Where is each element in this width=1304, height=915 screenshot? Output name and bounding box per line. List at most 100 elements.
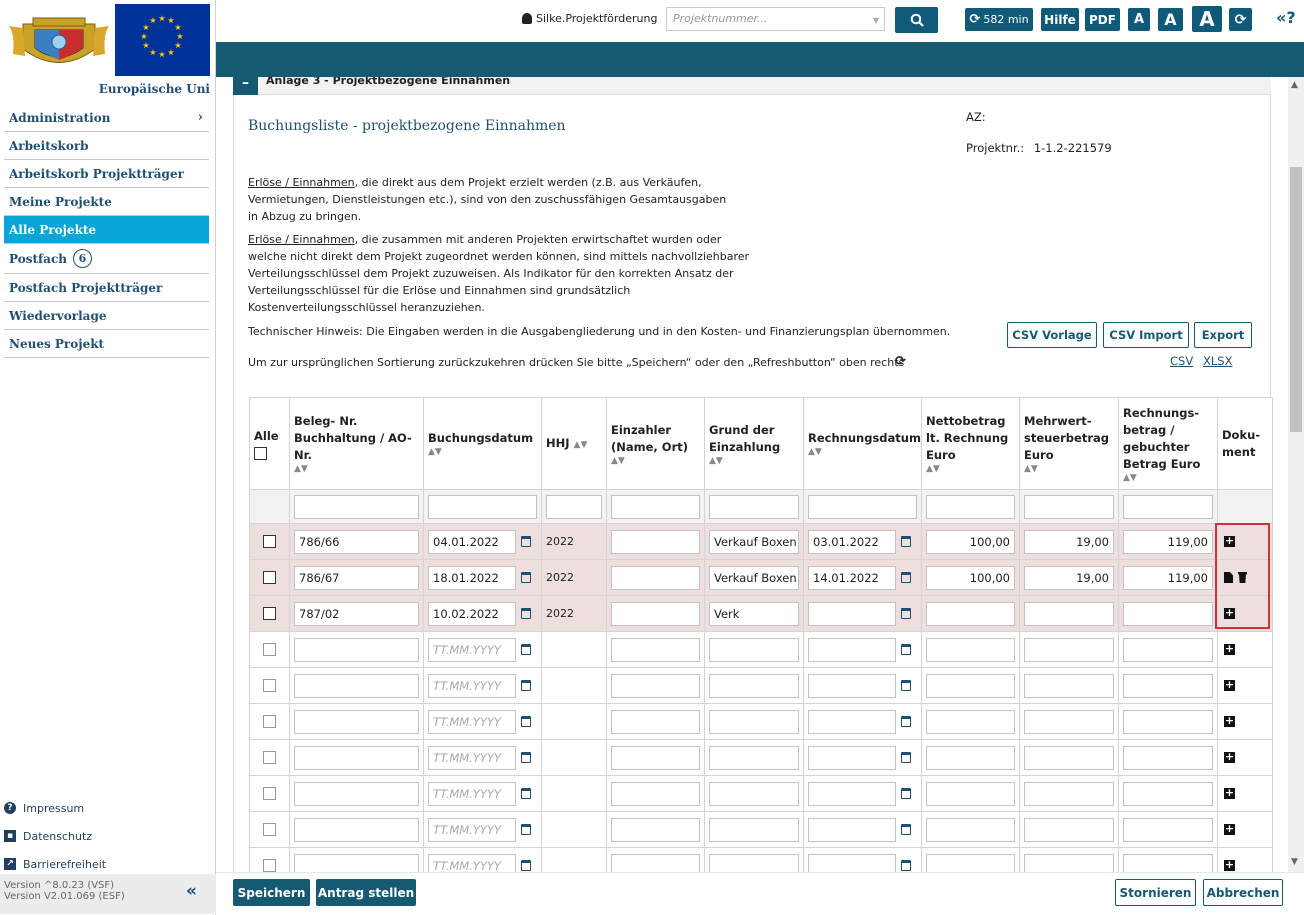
buchungsdatum-input[interactable]: 10.02.2022 (428, 601, 516, 626)
rechnungsdatum-input[interactable] (808, 853, 896, 872)
datenschutz-link[interactable]: ▪ Datenschutz (4, 822, 209, 850)
row-checkbox[interactable] (263, 787, 276, 800)
sort-icon[interactable]: ▲▼ (926, 464, 1015, 474)
grund-input[interactable]: Verk (709, 601, 799, 626)
filter-input-rechnungsdatum[interactable] (808, 494, 917, 519)
info-toggle-icon[interactable]: «? (1276, 8, 1296, 27)
column-header-beleg[interactable]: Beleg- Nr. Buchhaltung / AO-Nr. ▲▼ (289, 397, 424, 490)
rechnungsdatum-input[interactable]: 14.01.2022 (808, 565, 896, 590)
calendar-icon[interactable] (901, 536, 911, 547)
buchungsdatum-input[interactable]: 04.01.2022 (428, 529, 516, 554)
grund-input[interactable] (709, 673, 799, 698)
cancel-button[interactable]: Stornieren (1115, 879, 1196, 906)
einzahler-input[interactable] (611, 601, 700, 626)
row-checkbox[interactable] (263, 535, 276, 548)
rechnungsdatum-input[interactable] (808, 745, 896, 770)
add-document-icon[interactable]: + (1224, 535, 1235, 547)
brutto-input[interactable] (1123, 817, 1213, 842)
calendar-icon[interactable] (901, 860, 911, 871)
collapse-section-icon[interactable]: – (233, 77, 258, 95)
buchungsdatum-input[interactable]: TT.MM.YYYY (428, 817, 516, 842)
column-header-buchungsdatum[interactable]: Buchungsdatum ▲▼ (423, 397, 542, 490)
buchungsdatum-input[interactable]: TT.MM.YYYY (428, 781, 516, 806)
rechnungsdatum-input[interactable] (808, 817, 896, 842)
calendar-icon[interactable] (901, 572, 911, 583)
sort-icon[interactable]: ▲▼ (574, 440, 588, 450)
rechnungsdatum-input[interactable]: 03.01.2022 (808, 529, 896, 554)
netto-input[interactable]: 100,00 (926, 529, 1015, 554)
add-document-icon[interactable]: + (1224, 607, 1235, 619)
column-header-einzahler[interactable]: Einzahler (Name, Ort) ▲▼ (606, 397, 705, 490)
buchungsdatum-input[interactable]: TT.MM.YYYY (428, 637, 516, 662)
brutto-input[interactable] (1123, 637, 1213, 662)
row-checkbox[interactable] (263, 571, 276, 584)
sort-icon[interactable]: ▲▼ (428, 447, 537, 457)
font-size-large-button[interactable]: A (1192, 6, 1222, 32)
netto-input[interactable] (926, 709, 1015, 734)
grund-input[interactable] (709, 637, 799, 662)
column-header-brutto[interactable]: Rechnungs-betrag / gebuchter Betrag Euro… (1118, 397, 1218, 490)
einzahler-input[interactable] (611, 673, 700, 698)
sort-icon[interactable]: ▲▼ (808, 447, 917, 457)
einzahler-input[interactable] (611, 781, 700, 806)
submit-application-button[interactable]: Antrag stellen (316, 879, 416, 906)
csv-import-button[interactable]: CSV Import (1103, 322, 1189, 348)
abort-button[interactable]: Abbrechen (1203, 879, 1283, 906)
rechnungsdatum-input[interactable] (808, 673, 896, 698)
column-header-grund[interactable]: Grund der Einzahlung ▲▼ (704, 397, 804, 490)
add-document-icon[interactable]: + (1224, 859, 1235, 871)
csv-template-button[interactable]: CSV Vorlage (1007, 322, 1097, 348)
sidebar-item-neues-projekt[interactable]: Neues Projekt (4, 330, 209, 358)
mwst-input[interactable] (1024, 853, 1114, 872)
file-icon[interactable] (1224, 572, 1233, 583)
brutto-input[interactable] (1123, 601, 1213, 626)
sort-icon[interactable]: ▲▼ (1024, 464, 1114, 474)
calendar-icon[interactable] (901, 716, 911, 727)
export-button[interactable]: Export (1194, 322, 1252, 348)
netto-input[interactable] (926, 817, 1015, 842)
help-button[interactable]: Hilfe (1041, 8, 1079, 31)
mwst-input[interactable]: 19,00 (1024, 529, 1114, 554)
mwst-input[interactable] (1024, 745, 1114, 770)
calendar-icon[interactable] (521, 644, 531, 655)
row-checkbox[interactable] (263, 859, 276, 872)
netto-input[interactable] (926, 853, 1015, 872)
refresh-icon[interactable]: ⟳ (895, 354, 906, 369)
add-document-icon[interactable]: + (1224, 823, 1235, 835)
font-size-medium-button[interactable]: A (1158, 8, 1183, 31)
add-document-icon[interactable]: + (1224, 643, 1235, 655)
buchungsdatum-input[interactable]: TT.MM.YYYY (428, 745, 516, 770)
beleg-input[interactable] (294, 853, 419, 872)
filter-input-beleg[interactable] (294, 494, 419, 519)
beleg-input[interactable] (294, 781, 419, 806)
mwst-input[interactable] (1024, 781, 1114, 806)
filter-input-brutto[interactable] (1123, 494, 1213, 519)
brutto-input[interactable] (1123, 781, 1213, 806)
xlsx-link[interactable]: XLSX (1203, 354, 1232, 368)
save-button[interactable]: Speichern (233, 879, 310, 906)
calendar-icon[interactable] (901, 608, 911, 619)
grund-input[interactable] (709, 781, 799, 806)
column-header-mwst[interactable]: Mehrwert-steuerbetrag Euro ▲▼ (1019, 397, 1119, 490)
impressum-link[interactable]: ? Impressum (4, 794, 209, 822)
brutto-input[interactable] (1123, 709, 1213, 734)
grund-input[interactable]: Verkauf Boxen (709, 529, 799, 554)
sort-icon[interactable]: ▲▼ (1123, 473, 1213, 483)
rechnungsdatum-input[interactable] (808, 637, 896, 662)
sort-icon[interactable]: ▲▼ (294, 464, 419, 474)
filter-input-hhj[interactable] (546, 494, 602, 519)
beleg-input[interactable]: 786/67 (294, 565, 419, 590)
column-header-hhj[interactable]: HHJ ▲▼ (541, 397, 607, 490)
reload-button[interactable]: ⟳ (1229, 8, 1252, 31)
grund-input[interactable] (709, 745, 799, 770)
row-checkbox[interactable] (263, 643, 276, 656)
einzahler-input[interactable] (611, 853, 700, 872)
csv-link[interactable]: CSV (1170, 354, 1193, 368)
buchungsdatum-input[interactable]: TT.MM.YYYY (428, 853, 516, 872)
beleg-input[interactable] (294, 673, 419, 698)
einzahler-input[interactable] (611, 637, 700, 662)
font-size-small-button[interactable]: A (1128, 8, 1150, 31)
calendar-icon[interactable] (521, 788, 531, 799)
netto-input[interactable] (926, 673, 1015, 698)
brutto-input[interactable]: 119,00 (1123, 565, 1213, 590)
